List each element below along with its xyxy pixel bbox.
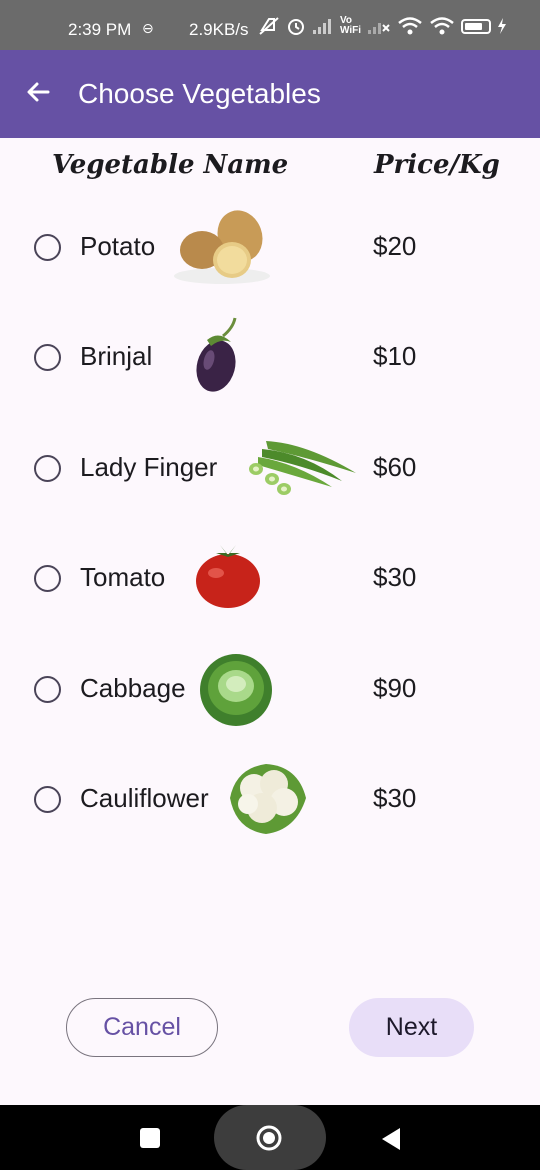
table-header: Vegetable Name Price/Kg (0, 146, 540, 186)
home-icon[interactable] (255, 1124, 283, 1152)
app-bar: Choose Vegetables (0, 50, 540, 138)
vegetable-name: Potato (80, 231, 156, 261)
vegetable-row-potato[interactable]: Potato $20 (0, 206, 540, 316)
system-nav-bar (0, 1105, 540, 1170)
vegetable-row-cauliflower[interactable]: Cauliflower $30 (0, 758, 540, 868)
cancel-button[interactable]: Cancel (66, 998, 218, 1057)
vegetable-price: $30 (373, 783, 417, 813)
radio-button[interactable] (34, 455, 61, 482)
vegetable-price: $30 (373, 562, 417, 592)
radio-button[interactable] (34, 234, 61, 261)
back-nav-icon[interactable] (380, 1127, 402, 1151)
tomato-icon (196, 545, 260, 608)
vegetable-row-brinjal[interactable]: Brinjal $10 (0, 316, 540, 426)
page-title: Choose Vegetables (78, 78, 321, 109)
signal-x-icon (368, 23, 390, 34)
radio-button[interactable] (34, 565, 61, 592)
brinjal-icon (196, 317, 237, 392)
vegetable-name: Tomato (80, 562, 166, 592)
radio-button[interactable] (34, 676, 61, 703)
next-button[interactable]: Next (349, 998, 474, 1057)
wifi-hotspot-icon (430, 17, 454, 35)
vegetable-price: $60 (373, 452, 417, 482)
signal-icon (313, 19, 331, 34)
radio-button[interactable] (34, 344, 61, 371)
column-header-name: Vegetable Name (52, 150, 289, 180)
column-header-price: Price/Kg (374, 150, 500, 180)
status-bar: 2:39 PM ⊖ 2.9KB/s Vo WiFi (0, 0, 540, 50)
vegetable-name: Cauliflower (80, 783, 209, 813)
vowifi-bottom: WiFi (340, 25, 362, 36)
charging-icon (498, 18, 507, 34)
cabbage-icon (200, 654, 272, 726)
status-icons: Vo WiFi (258, 16, 507, 36)
network-speed: 2.9KB/s (189, 20, 249, 39)
back-arrow-icon[interactable] (22, 76, 54, 108)
alarm-icon (288, 19, 304, 35)
vegetable-price: $90 (373, 673, 417, 703)
vowifi-icon: Vo WiFi (340, 16, 361, 36)
vegetable-name: Lady Finger (80, 452, 218, 482)
vegetable-price: $20 (373, 231, 417, 261)
potato-icon (174, 210, 270, 284)
vegetable-price: $10 (373, 341, 417, 371)
vegetable-name: Cabbage (80, 673, 186, 703)
sync-icon: ⊖ (142, 20, 154, 36)
mute-icon (259, 17, 279, 35)
wifi-icon (398, 17, 422, 35)
recents-icon[interactable] (139, 1127, 161, 1149)
vegetable-row-lady-finger[interactable]: Lady Finger $60 (0, 427, 540, 537)
radio-button[interactable] (34, 786, 61, 813)
cauliflower-icon (230, 764, 306, 834)
battery-icon (461, 18, 492, 34)
lady-finger-icon (249, 441, 356, 495)
vegetable-row-tomato[interactable]: Tomato $30 (0, 537, 540, 647)
vegetable-name: Brinjal (80, 341, 153, 371)
status-time: 2:39 PM (68, 20, 132, 39)
vegetable-row-cabbage[interactable]: Cabbage $90 (0, 648, 540, 758)
